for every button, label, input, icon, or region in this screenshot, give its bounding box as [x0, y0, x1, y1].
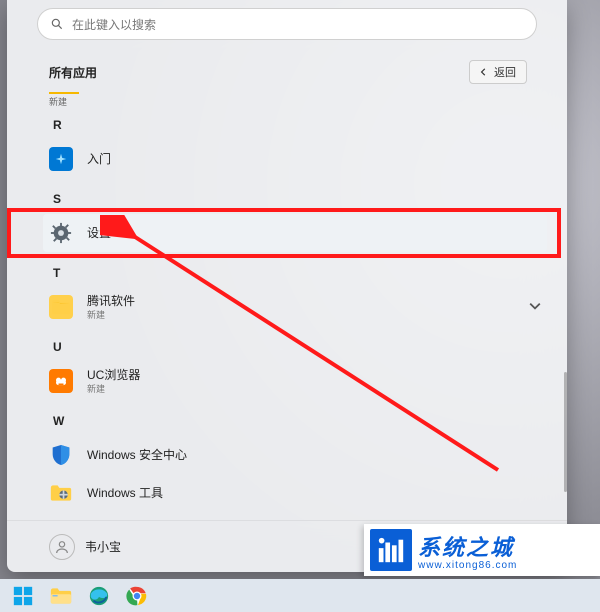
app-item-label: 设置 — [87, 225, 111, 241]
taskbar-chrome[interactable] — [120, 582, 154, 610]
letter-header-t[interactable]: T — [53, 266, 547, 280]
all-apps-header: 所有应用 返回 — [7, 56, 567, 92]
tips-icon — [49, 147, 73, 171]
letter-header-u[interactable]: U — [53, 340, 547, 354]
watermark-name: 系统之城 — [418, 530, 517, 562]
back-button-label: 返回 — [494, 64, 516, 80]
edge-icon — [88, 585, 110, 607]
taskbar-file-explorer[interactable] — [44, 582, 78, 610]
watermark-icon — [370, 529, 412, 571]
app-item-tencent-folder[interactable]: 腾讯软件 新建 — [49, 288, 547, 326]
watermark-url: www.xitong86.com — [418, 560, 517, 571]
user-name: 韦小宝 — [85, 538, 121, 555]
windows-logo-icon — [12, 585, 34, 607]
taskbar-edge[interactable] — [82, 582, 116, 610]
watermark-logo: 系统之城 www.xitong86.com — [364, 524, 600, 576]
app-item-settings[interactable]: 设置 — [43, 214, 547, 252]
taskbar-start-button[interactable] — [6, 582, 40, 610]
tools-folder-icon — [49, 481, 73, 505]
folder-icon — [50, 587, 72, 605]
app-item-label: Windows 安全中心 — [87, 447, 187, 463]
folder-icon — [49, 295, 73, 319]
uc-browser-icon — [49, 369, 73, 393]
app-item-label: 腾讯软件 新建 — [87, 293, 135, 321]
settings-icon — [49, 221, 73, 245]
user-account-button[interactable]: 韦小宝 — [49, 534, 121, 560]
new-badge: 新建 — [49, 92, 79, 108]
all-apps-list: 新建 R 入门 S 设置 T 腾讯软件 新建 — [7, 92, 567, 520]
app-item-label: 入门 — [87, 151, 111, 167]
search-placeholder-text: 在此键入以搜索 — [72, 16, 156, 33]
app-item-windows-tools[interactable]: Windows 工具 — [49, 474, 547, 512]
all-apps-title: 所有应用 — [49, 64, 97, 81]
chevron-left-icon — [480, 68, 488, 76]
avatar-icon — [49, 534, 75, 560]
letter-header-s[interactable]: S — [53, 192, 547, 206]
search-icon — [50, 17, 64, 31]
start-menu-panel: 在此键入以搜索 所有应用 返回 新建 R 入门 S 设置 T — [7, 0, 567, 572]
letter-header-w[interactable]: W — [53, 414, 547, 428]
scrollbar[interactable] — [564, 372, 567, 492]
app-item-label: UC浏览器 新建 — [87, 367, 140, 395]
app-item-windows-security[interactable]: Windows 安全中心 — [49, 436, 547, 474]
chrome-icon — [126, 585, 148, 607]
taskbar — [0, 579, 600, 612]
app-item-label: Windows 工具 — [87, 485, 163, 501]
app-item-ucbrowser[interactable]: UC浏览器 新建 — [49, 362, 547, 400]
chevron-down-icon — [529, 300, 541, 315]
letter-header-r[interactable]: R — [53, 118, 547, 132]
shield-icon — [49, 443, 73, 467]
app-item-tips[interactable]: 入门 — [49, 140, 547, 178]
search-input[interactable]: 在此键入以搜索 — [37, 8, 537, 40]
back-button[interactable]: 返回 — [469, 60, 527, 84]
